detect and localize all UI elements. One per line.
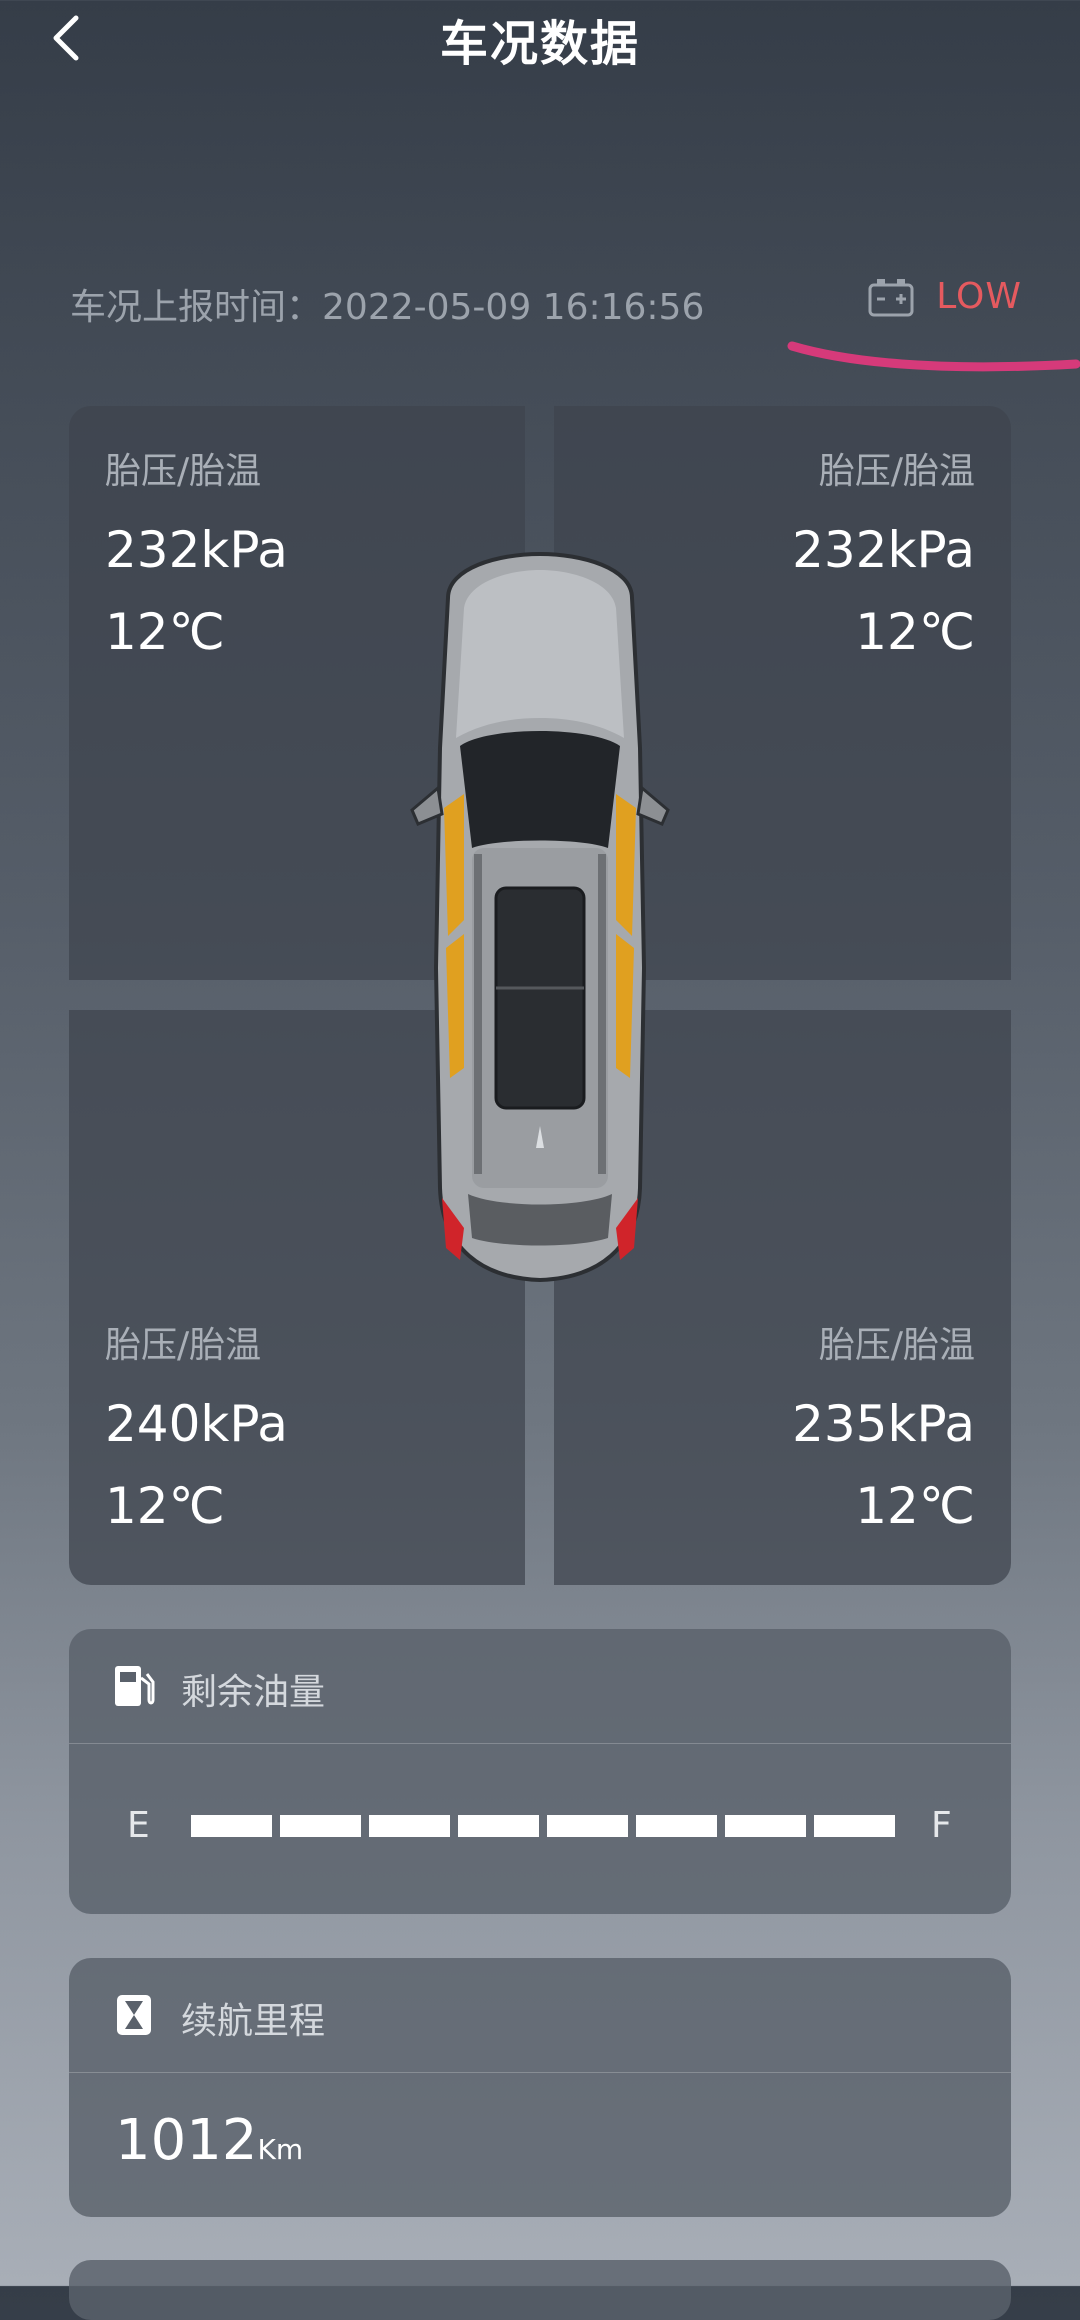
battery-status: LOW xyxy=(868,276,1022,317)
fuel-segment xyxy=(547,1815,628,1837)
fuel-empty-label: E xyxy=(127,1805,150,1846)
tire-label: 胎压/胎温 xyxy=(818,1325,975,1366)
battery-status-text: LOW xyxy=(936,276,1022,317)
fuel-full-label: F xyxy=(931,1805,952,1846)
fuel-segment xyxy=(636,1815,717,1837)
range-title: 续航里程 xyxy=(181,2001,326,2042)
range-value-row: 1012Km xyxy=(115,2108,303,2173)
fuel-card-header: 剩余油量 xyxy=(69,1629,1011,1744)
tire-label: 胎压/胎温 xyxy=(105,451,262,492)
range-card-header: 续航里程 xyxy=(69,1958,1011,2073)
fuel-card: 剩余油量 E F xyxy=(69,1629,1011,1914)
next-card-partial xyxy=(69,2260,1011,2320)
fuel-segment xyxy=(814,1815,895,1837)
fuel-gauge: E F xyxy=(69,1805,1011,1846)
report-time-label: 车况上报时间： xyxy=(70,287,323,328)
tire-label: 胎压/胎温 xyxy=(818,451,975,492)
range-card: 续航里程 1012Km xyxy=(69,1958,1011,2217)
range-value: 1012 xyxy=(115,2108,258,2173)
battery-icon xyxy=(868,278,914,316)
hourglass-icon xyxy=(117,1995,151,2035)
car-top-view-image xyxy=(410,551,670,1283)
fuel-segment xyxy=(280,1815,361,1837)
report-time-row: 车况上报时间：2022-05-09 16:16:56 xyxy=(70,278,704,330)
tire-pressure: 235kPa xyxy=(792,1395,975,1453)
fuel-title: 剩余油量 xyxy=(181,1672,326,1713)
tire-temperature: 12℃ xyxy=(105,1477,225,1535)
tire-label: 胎压/胎温 xyxy=(105,1325,262,1366)
fuel-segment xyxy=(369,1815,450,1837)
fuel-pump-icon xyxy=(115,1666,155,1706)
report-time-value: 2022-05-09 16:16:56 xyxy=(322,287,705,328)
fuel-segment xyxy=(458,1815,539,1837)
range-unit: Km xyxy=(257,2133,304,2166)
fuel-segment xyxy=(725,1815,806,1837)
tire-temperature: 12℃ xyxy=(855,1477,975,1535)
fuel-segment xyxy=(191,1815,272,1837)
highlight-underline xyxy=(787,341,1080,372)
page-title: 车况数据 xyxy=(439,16,640,72)
tire-pressure: 240kPa xyxy=(105,1395,288,1453)
fuel-level-bar xyxy=(191,1815,895,1837)
header: 车况数据 xyxy=(0,0,1080,80)
